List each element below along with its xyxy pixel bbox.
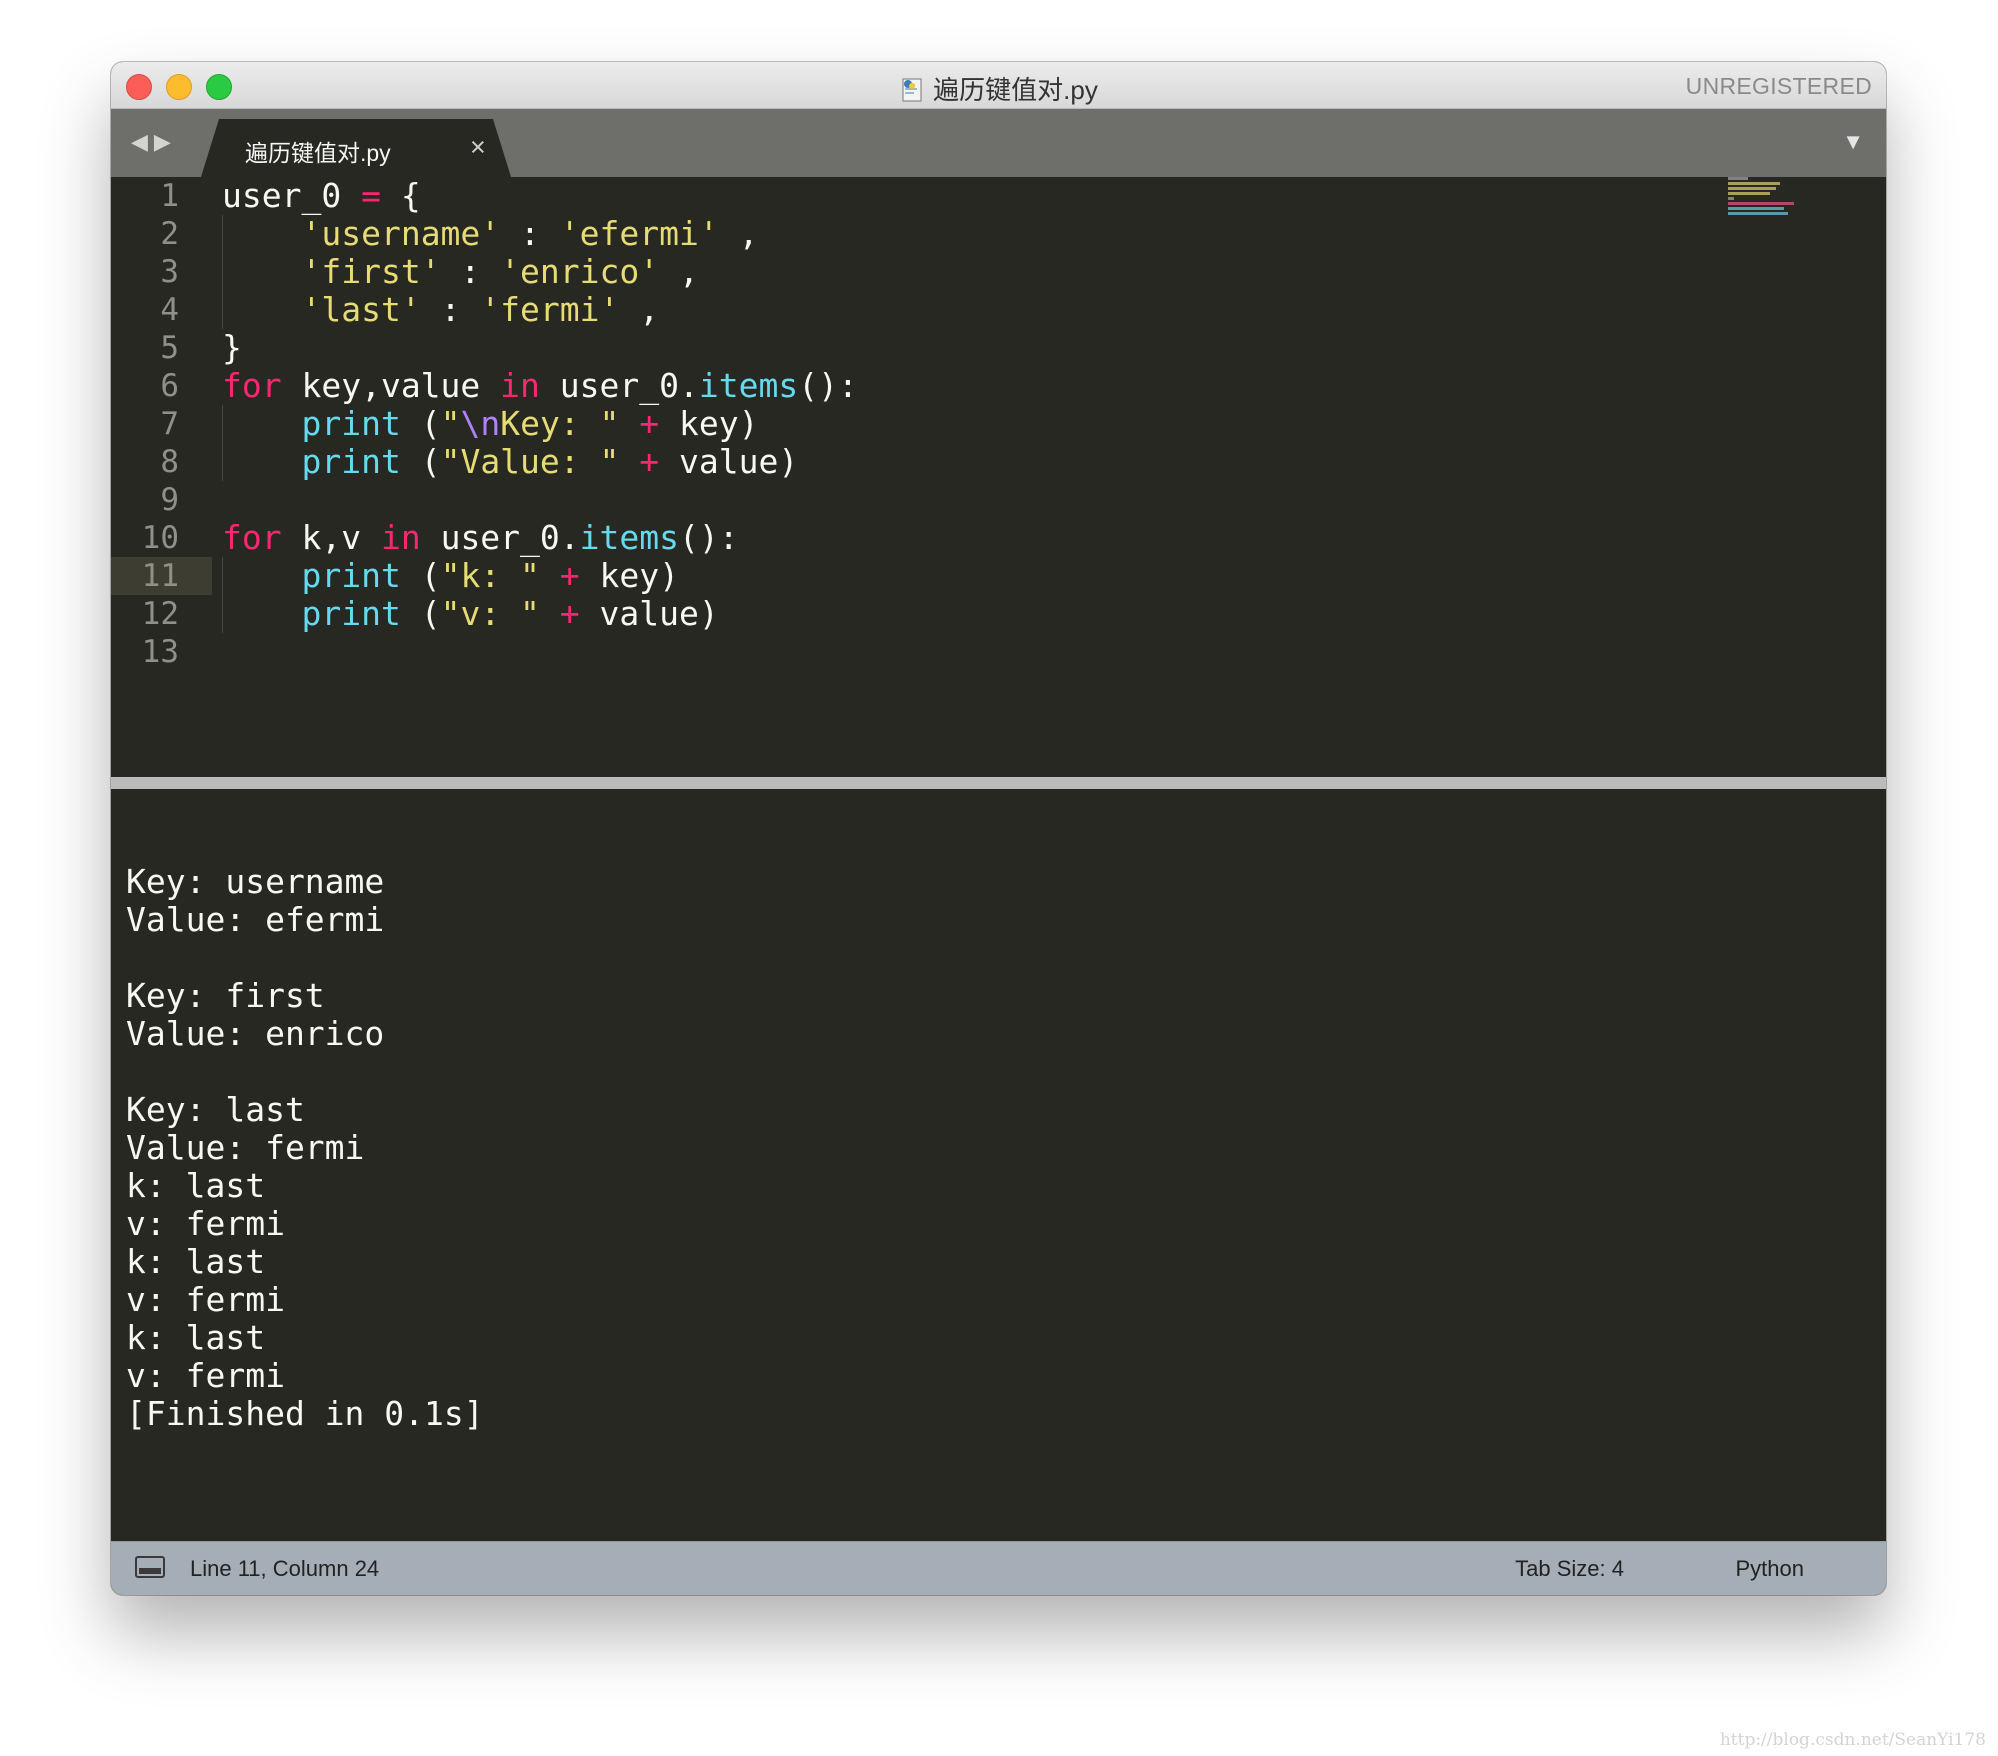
title-bar: 遍历键值对.py UNREGISTERED (111, 62, 1886, 109)
line-number: 8 (160, 444, 179, 480)
output-line: k: last (126, 1166, 266, 1205)
minimap-line (1728, 187, 1776, 190)
code-line[interactable]: print ("\nKey: " + key) (222, 405, 858, 443)
license-status: UNREGISTERED (1685, 73, 1872, 99)
code-line[interactable]: for k,v in user_0.items(): (222, 519, 858, 557)
code-line[interactable]: user_0 = { (222, 177, 858, 215)
output-line: Key: first (126, 976, 325, 1015)
python-file-icon (902, 78, 922, 102)
code-line[interactable] (222, 633, 858, 671)
line-number: 5 (160, 330, 179, 366)
line-number: 13 (141, 634, 179, 670)
build-output-text: Key: username Value: efermi Key: first V… (126, 825, 484, 1433)
window-title-text: 遍历键值对.py (933, 75, 1098, 105)
line-number: 12 (141, 596, 179, 632)
line-number: 11 (141, 558, 179, 594)
line-number: 9 (160, 482, 179, 518)
sublime-window: 遍历键值对.py UNREGISTERED ◀▶ 遍历键值对.py × ▼ 1 … (111, 62, 1886, 1595)
cursor-position: Line 11, Column 24 (190, 1556, 380, 1581)
code-editor[interactable]: 1 2 3 4 5 6 7 8 9 10 11 12 13 user_0 = {… (111, 177, 1886, 777)
output-line: Value: fermi (126, 1128, 365, 1167)
code-line[interactable]: for key,value in user_0.items(): (222, 367, 858, 405)
tab-close-icon[interactable]: × (470, 132, 486, 163)
code-line[interactable]: 'last' : 'fermi' , (222, 291, 858, 329)
window-title: 遍历键值对.py (111, 70, 1886, 107)
output-line: v: fermi (126, 1280, 285, 1319)
code-line[interactable] (222, 481, 858, 519)
code-line[interactable]: } (222, 329, 858, 367)
output-line: [Finished in 0.1s] (126, 1394, 484, 1433)
line-number-gutter: 1 2 3 4 5 6 7 8 9 10 11 12 13 (111, 177, 212, 777)
output-line: Value: efermi (126, 900, 385, 939)
minimap-line (1728, 182, 1780, 185)
syntax-indicator[interactable]: Python (1736, 1556, 1805, 1582)
line-number: 1 (160, 178, 179, 214)
line-number: 4 (160, 292, 179, 328)
minimap-line (1728, 192, 1770, 195)
output-line: v: fermi (126, 1356, 285, 1395)
minimap-line (1728, 202, 1794, 205)
build-output-panel[interactable]: Key: username Value: efermi Key: first V… (115, 789, 1882, 1541)
line-number: 3 (160, 254, 179, 290)
tab-active-file[interactable]: 遍历键值对.py × (201, 119, 511, 177)
line-number: 2 (160, 216, 179, 252)
code-line[interactable]: print ("Value: " + value) (222, 443, 858, 481)
minimap-line (1728, 212, 1788, 215)
watermark: http://blog.csdn.net/SeanYi178 (1719, 1730, 1986, 1750)
source-code[interactable]: user_0 = { 'username' : 'efermi' , 'firs… (222, 177, 858, 671)
output-line: Key: username (126, 862, 385, 901)
code-line[interactable]: print ("k: " + key) (222, 557, 858, 595)
minimap-line (1728, 207, 1784, 210)
line-number: 6 (160, 368, 179, 404)
status-bar: Line 11, Column 24 Tab Size: 4 Python (111, 1541, 1886, 1595)
minimap-line (1728, 197, 1734, 200)
minimap-line (1728, 177, 1748, 180)
toggle-panel-icon[interactable] (135, 1556, 165, 1578)
output-line: Value: enrico (126, 1014, 385, 1053)
output-line: k: last (126, 1318, 266, 1357)
panel-splitter[interactable] (111, 777, 1886, 789)
output-line: Key: last (126, 1090, 305, 1129)
line-number: 10 (141, 520, 179, 556)
tab-size-indicator[interactable]: Tab Size: 4 (1515, 1556, 1624, 1582)
code-line[interactable]: 'username' : 'efermi' , (222, 215, 858, 253)
tab-label: 遍历键值对.py (245, 140, 391, 166)
code-line[interactable]: print ("v: " + value) (222, 595, 858, 633)
tab-menu-chevron-down-icon[interactable]: ▼ (1842, 129, 1864, 155)
tab-nav-arrows-icon[interactable]: ◀▶ (131, 129, 177, 155)
output-line: k: last (126, 1242, 266, 1281)
code-line[interactable]: 'first' : 'enrico' , (222, 253, 858, 291)
minimap[interactable] (1728, 177, 1800, 225)
line-number: 7 (160, 406, 179, 442)
output-line: v: fermi (126, 1204, 285, 1243)
tab-bar: ◀▶ 遍历键值对.py × ▼ (111, 109, 1886, 177)
